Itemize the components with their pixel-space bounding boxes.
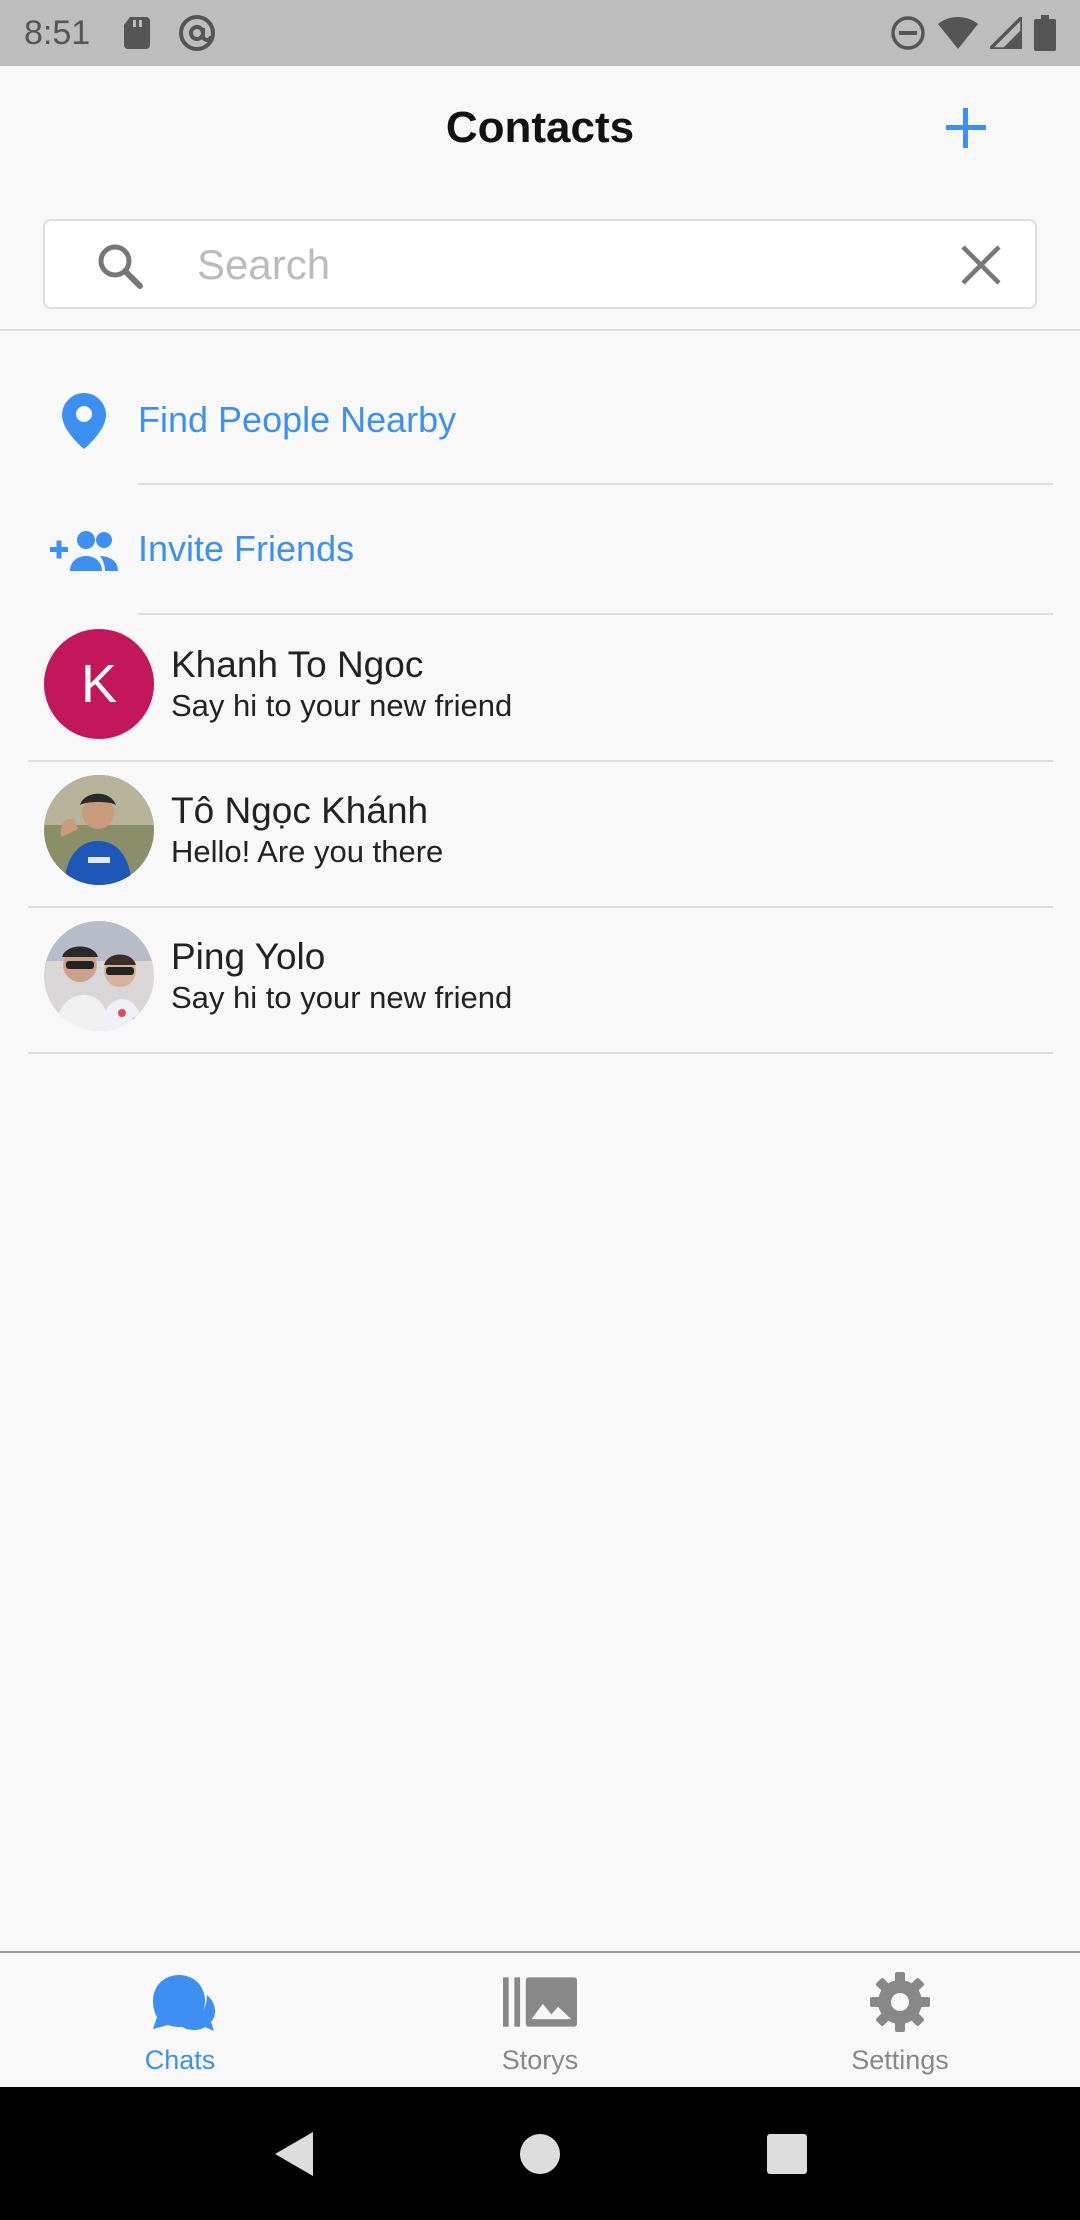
tab-chats[interactable]: Chats [0,1953,360,2087]
plus-icon[interactable] [940,102,992,154]
search-icon [98,244,143,289]
contact-name: Khanh To Ngoc [171,644,424,685]
contact-message: Say hi to your new friend [171,980,513,1015]
action-divider [138,613,1053,615]
home-icon[interactable] [515,2129,565,2179]
avatar-letter: K [80,654,118,714]
system-nav-bar [0,2087,1080,2220]
invite-friends-row[interactable]: Invite Friends [0,486,1080,614]
status-left-icons [124,14,216,52]
avatar [44,775,154,885]
dnd-icon [891,16,925,50]
gear-icon [863,1969,937,2035]
add-group-icon [46,520,122,580]
close-icon[interactable] [959,243,1003,287]
action-divider [138,483,1053,485]
contact-divider [28,1052,1053,1054]
tab-chats-label: Chats [144,2045,216,2075]
avatar-photo [44,775,154,885]
status-right-icons [890,15,1056,51]
at-sign-icon [179,15,216,51]
app-header: Contacts [0,66,1080,190]
tab-settings[interactable]: Settings [720,1953,1080,2087]
page-title: Contacts [445,103,635,152]
chat-bubbles-icon [143,1969,217,2035]
search-box [43,219,1037,309]
location-pin-icon [46,391,122,451]
contact-row[interactable]: Tô Ngọc Khánh Hello! Are you there [0,762,1080,908]
contact-message: Hello! Are you there [171,834,444,869]
signal-icon [990,17,1022,49]
tab-settings-label: Settings [851,2045,949,2075]
bottom-nav: Chats Storys Settings [0,1951,1080,2087]
wifi-icon [938,16,978,49]
avatar-photo [44,921,154,1031]
contact-message: Say hi to your new friend [171,688,513,723]
invite-friends-label: Invite Friends [138,528,355,569]
contact-name: Tô Ngọc Khánh [171,790,429,831]
battery-icon [1034,15,1056,51]
contact-row[interactable]: Ping Yolo Say hi to your new friend [0,908,1080,1054]
search-input[interactable] [197,233,957,297]
avatar [44,921,154,1031]
find-people-nearby-row[interactable]: Find People Nearby [0,357,1080,485]
contact-name: Ping Yolo [171,936,326,977]
gallery-icon [503,1969,577,2035]
status-time: 8:51 [24,13,91,52]
find-people-nearby-label: Find People Nearby [138,399,457,440]
recents-icon[interactable] [762,2129,812,2179]
back-icon[interactable] [268,2129,318,2179]
header-divider [0,329,1080,331]
status-bar: 8:51 [0,0,1080,66]
contact-row[interactable]: K Khanh To Ngoc Say hi to your new frien… [0,616,1080,762]
tab-storys-label: Storys [501,2045,579,2075]
tab-storys[interactable]: Storys [360,1953,720,2087]
avatar: K [44,629,154,739]
sd-card-icon [124,17,151,49]
